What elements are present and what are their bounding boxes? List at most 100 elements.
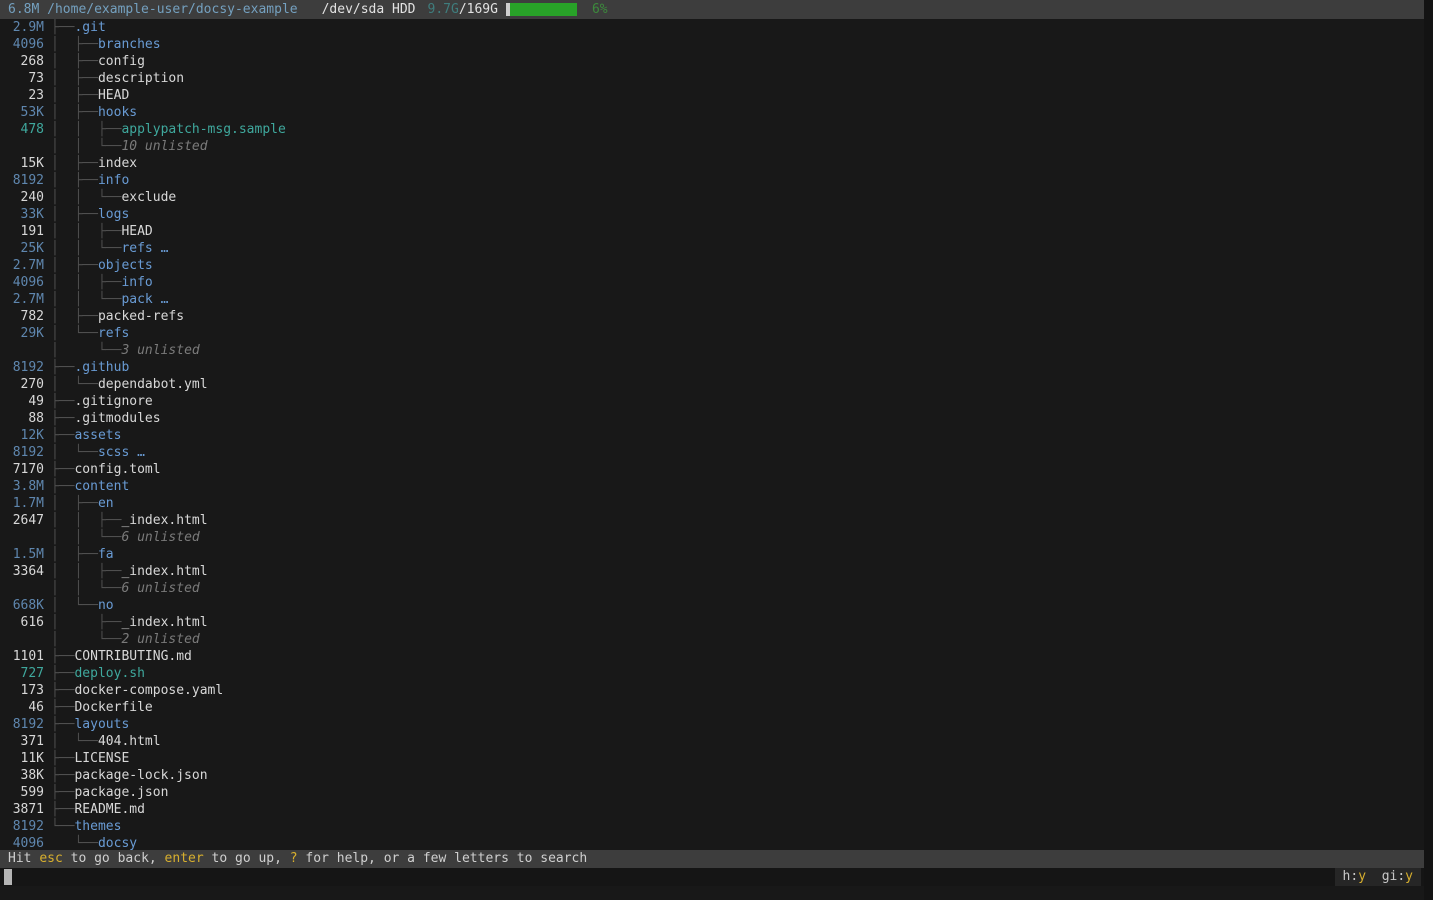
hint-bar: Hit esc to go back, enter to go up, ? fo… [0, 850, 1424, 868]
tree-row[interactable]: 240│ │ └──exclude [0, 189, 1424, 206]
tree-row[interactable]: 4096│ ├──branches [0, 36, 1424, 53]
file-size: 616 [4, 614, 44, 631]
tree-row[interactable]: 8192│ ├──info [0, 172, 1424, 189]
file-size: 2.9M [4, 19, 44, 36]
search-input[interactable]: h:y gi:y [0, 868, 1424, 886]
tree-row[interactable]: 173├──docker-compose.yaml [0, 682, 1424, 699]
file-size: 599 [4, 784, 44, 801]
tree-row[interactable]: │ │ └──6 unlisted [0, 580, 1424, 597]
hint-key: esc [39, 851, 62, 866]
tree-row[interactable]: 49├──.gitignore [0, 393, 1424, 410]
file-size: 46 [4, 699, 44, 716]
tree-branch-icon: │ │ └── [44, 241, 121, 256]
file-name: .gitignore [74, 394, 152, 409]
tree-row[interactable]: 29K│ └──refs [0, 325, 1424, 342]
file-size: 8192 [4, 818, 44, 835]
tree-row[interactable]: 4096 └──docsy [0, 835, 1424, 851]
tree-branch-icon: │ │ ├── [44, 513, 121, 528]
tree-row[interactable]: 23│ ├──HEAD [0, 87, 1424, 104]
tree-row[interactable]: 727├──deploy.sh [0, 665, 1424, 682]
tree-row[interactable]: │ │ └──10 unlisted [0, 138, 1424, 155]
tree-branch-icon: ├── [44, 802, 74, 817]
tree-branch-icon: │ │ ├── [44, 224, 121, 239]
file-size: 8192 [4, 716, 44, 733]
flag-value: y [1358, 869, 1366, 884]
file-name: config [98, 54, 145, 69]
tree-row[interactable]: 616│ ├──_index.html [0, 614, 1424, 631]
tree-row[interactable]: 3.8M├──content [0, 478, 1424, 495]
tree-row[interactable]: 25K│ │ └──refs … [0, 240, 1424, 257]
tree-row[interactable]: 2.9M├──.git [0, 19, 1424, 36]
tree-branch-icon: │ │ ├── [44, 122, 121, 137]
tree-row[interactable]: 11K├──LICENSE [0, 750, 1424, 767]
tree-row[interactable]: 8192├──layouts [0, 716, 1424, 733]
tree-row[interactable]: 1.5M│ ├──fa [0, 546, 1424, 563]
file-size: 240 [4, 189, 44, 206]
tree-row[interactable]: 371│ └──404.html [0, 733, 1424, 750]
tree-row[interactable]: 8192└──themes [0, 818, 1424, 835]
file-name: hooks [98, 105, 137, 120]
tree-row[interactable]: 53K│ ├──hooks [0, 104, 1424, 121]
tree-row[interactable]: 191│ │ ├──HEAD [0, 223, 1424, 240]
file-size: 73 [4, 70, 44, 87]
unlisted-label: 6 unlisted [121, 581, 199, 596]
tree-row[interactable]: 268│ ├──config [0, 53, 1424, 70]
tree-row[interactable]: 599├──package.json [0, 784, 1424, 801]
tree-row[interactable]: 7170├──config.toml [0, 461, 1424, 478]
file-name: _index.html [121, 513, 207, 528]
tree-row[interactable]: 12K├──assets [0, 427, 1424, 444]
tree-row[interactable]: 46├──Dockerfile [0, 699, 1424, 716]
tree-branch-icon: └── [44, 819, 74, 834]
file-size: 3871 [4, 801, 44, 818]
file-name: themes [74, 819, 121, 834]
tree-row[interactable]: 782│ ├──packed-refs [0, 308, 1424, 325]
tree-branch-icon: ├── [44, 649, 74, 664]
tree-branch-icon: │ ├── [44, 105, 98, 120]
file-size: 7170 [4, 461, 44, 478]
file-size: 12K [4, 427, 44, 444]
tree-branch-icon: │ └── [44, 445, 98, 460]
file-name: HEAD [98, 88, 129, 103]
tree-branch-icon: ├── [44, 666, 74, 681]
tree-branch-icon: │ └── [44, 734, 98, 749]
file-size: 49 [4, 393, 44, 410]
tree-row[interactable]: 88├──.gitmodules [0, 410, 1424, 427]
tree-row[interactable]: │ └──3 unlisted [0, 342, 1424, 359]
tree-row[interactable]: 15K│ ├──index [0, 155, 1424, 172]
file-size: 173 [4, 682, 44, 699]
disk-usage: 9.7G/169G [428, 0, 498, 19]
file-name: deploy.sh [74, 666, 144, 681]
tree-row[interactable]: 3871├──README.md [0, 801, 1424, 818]
tree-row[interactable]: 668K│ └──no [0, 597, 1424, 614]
tree-row[interactable]: 270│ └──dependabot.yml [0, 376, 1424, 393]
tree-row[interactable]: 2.7M│ ├──objects [0, 257, 1424, 274]
tree-branch-icon: │ ├── [44, 615, 121, 630]
tree-row[interactable]: │ │ └──6 unlisted [0, 529, 1424, 546]
current-path: 6.8M /home/example-user/docsy-example [8, 0, 298, 19]
tree-branch-icon: │ │ ├── [44, 275, 121, 290]
tree-row[interactable]: 8192│ └──scss … [0, 444, 1424, 461]
file-size: 727 [4, 665, 44, 682]
hint-key: enter [165, 851, 204, 866]
tree-row[interactable]: 2.7M│ │ └──pack … [0, 291, 1424, 308]
file-size: 371 [4, 733, 44, 750]
tree-row[interactable]: 2647│ │ ├──_index.html [0, 512, 1424, 529]
tree-row[interactable]: 38K├──package-lock.json [0, 767, 1424, 784]
tree-row[interactable]: 8192├──.github [0, 359, 1424, 376]
file-size: 3364 [4, 563, 44, 580]
tree-branch-icon: │ └── [44, 598, 98, 613]
file-size: 2647 [4, 512, 44, 529]
tree-branch-icon: ├── [44, 428, 74, 443]
file-name: _index.html [121, 564, 207, 579]
tree-row[interactable]: 1.7M│ ├──en [0, 495, 1424, 512]
tree-row[interactable]: 3364│ │ ├──_index.html [0, 563, 1424, 580]
tree-row[interactable]: 1101├──CONTRIBUTING.md [0, 648, 1424, 665]
tree-row[interactable]: 73│ ├──description [0, 70, 1424, 87]
tree-branch-icon: ├── [44, 700, 74, 715]
hint-key: ? [290, 851, 298, 866]
tree-row[interactable]: 33K│ ├──logs [0, 206, 1424, 223]
tree-row[interactable]: │ └──2 unlisted [0, 631, 1424, 648]
file-name: description [98, 71, 184, 86]
tree-row[interactable]: 478│ │ ├──applypatch-msg.sample [0, 121, 1424, 138]
tree-row[interactable]: 4096│ │ ├──info [0, 274, 1424, 291]
